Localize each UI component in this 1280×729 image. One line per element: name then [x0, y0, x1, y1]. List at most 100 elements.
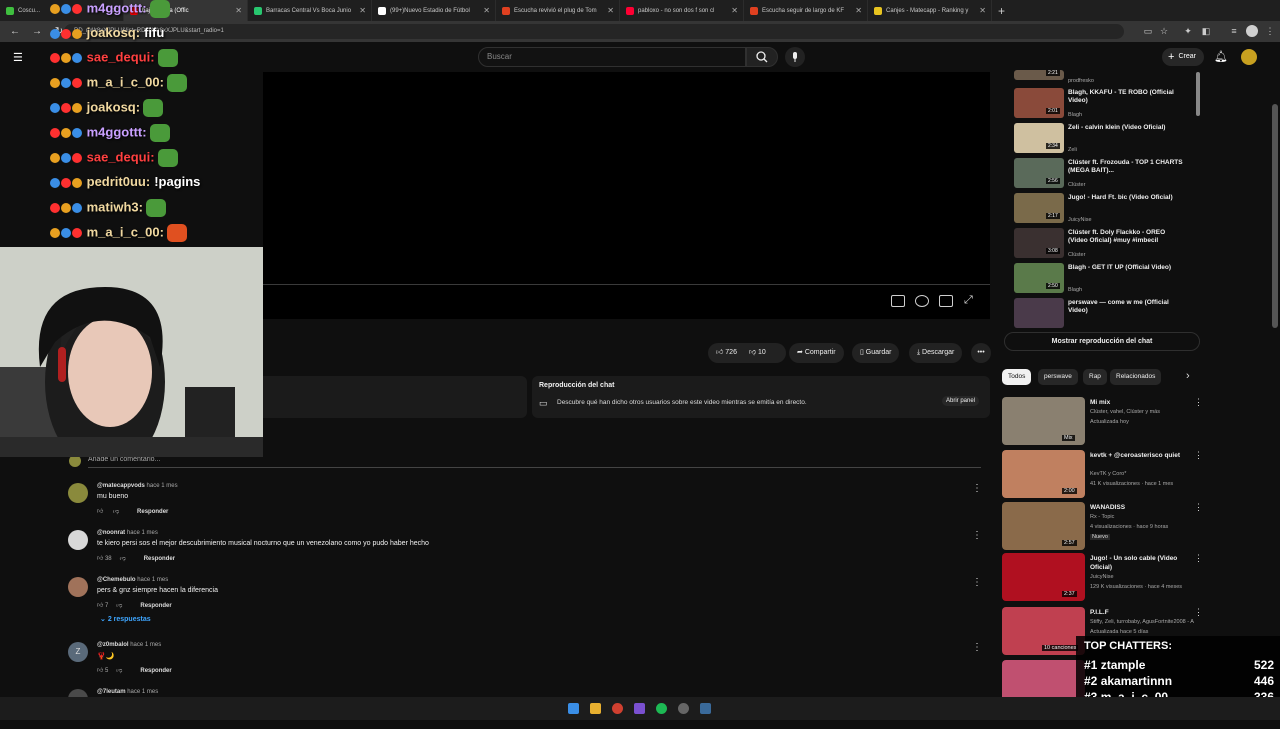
- recommendation-title[interactable]: Jugo! - Un solo cable (Video Oficial): [1090, 554, 1198, 572]
- share-button[interactable]: ➦ Compartir: [789, 343, 844, 363]
- search-button[interactable]: [746, 47, 778, 67]
- obs-icon[interactable]: [678, 703, 689, 714]
- playlist-item-title[interactable]: Blagh, KKAFU - TE ROBO (Official Video): [1068, 89, 1186, 105]
- comment-author[interactable]: @7leutam: [97, 689, 126, 695]
- more-icon[interactable]: ⋮: [1194, 450, 1203, 461]
- close-icon[interactable]: ✕: [359, 6, 366, 15]
- dislike-icon[interactable]: 👎︎: [116, 668, 122, 674]
- subtitles-icon[interactable]: [891, 295, 905, 307]
- like-icon[interactable]: 👍︎: [97, 509, 105, 515]
- playlist-item[interactable]: 2:50 Blagh - GET IT UP (Official Video) Bl…: [1014, 263, 1194, 296]
- avatar[interactable]: [68, 483, 88, 503]
- avatar[interactable]: [68, 577, 88, 597]
- playlist-item-title[interactable]: Clúster ft. Frozouda - TOP 1 CHARTS (MEG…: [1068, 159, 1186, 175]
- comment-time[interactable]: hace 1 mes: [130, 642, 161, 648]
- recommendation-item[interactable]: 2:57 WANADISS Rx - Topic 4 visualizaciones …: [1002, 502, 1207, 552]
- discord-icon[interactable]: [634, 703, 645, 714]
- dislike-icon[interactable]: 👎︎: [120, 556, 126, 562]
- more-icon[interactable]: ⋮: [1194, 502, 1203, 513]
- playlist-item-title[interactable]: Clúster ft. Doly Flackko - OREO (Video O…: [1068, 229, 1186, 245]
- browser-tab[interactable]: Escucha revivió el plug de Tom ✕: [496, 0, 620, 21]
- dislike-icon[interactable]: 👎︎: [116, 603, 122, 609]
- comment-author[interactable]: @matecappvods: [97, 483, 145, 489]
- close-icon[interactable]: ✕: [979, 6, 986, 15]
- filter-chip[interactable]: perswave: [1038, 369, 1078, 385]
- comment-author[interactable]: @noonrat: [97, 530, 125, 536]
- create-button[interactable]: + Crear: [1162, 48, 1204, 66]
- playlist-item[interactable]: 2:56 Clúster ft. Frozouda - TOP 1 CHARTS …: [1014, 158, 1194, 191]
- more-icon[interactable]: ⋮: [1194, 397, 1203, 408]
- playlist-item-title[interactable]: Zeli - calvin klein (Video Oficial): [1068, 124, 1186, 132]
- profile-icon[interactable]: [1246, 25, 1258, 37]
- fullscreen-icon[interactable]: ⤢: [964, 294, 973, 307]
- reply-button[interactable]: Responder: [144, 556, 175, 562]
- playlist-item-title[interactable]: perswave — come w me (Official Video): [1068, 299, 1186, 315]
- new-tab-icon[interactable]: +: [998, 4, 1005, 18]
- more-icon[interactable]: ⋮: [1194, 607, 1203, 618]
- thumbnail[interactable]: [1014, 298, 1064, 328]
- comment-time[interactable]: hace 1 mes: [127, 689, 158, 695]
- browser-tab[interactable]: pabloxo - no son dos f son cl ✕: [620, 0, 744, 21]
- like-icon[interactable]: 👍︎: [97, 603, 105, 609]
- dislike-icon[interactable]: 👎︎: [113, 509, 119, 515]
- open-panel-button[interactable]: Abrir panel: [942, 396, 980, 406]
- recommendation-title[interactable]: P.I.L.F: [1090, 608, 1198, 617]
- filter-chip[interactable]: Todos: [1002, 369, 1032, 385]
- dislike-count[interactable]: 10: [758, 349, 766, 356]
- more-icon[interactable]: ⋮: [1194, 553, 1203, 564]
- like-icon[interactable]: 👍︎: [97, 668, 105, 674]
- more-actions-button[interactable]: •••: [971, 343, 991, 363]
- reply-button[interactable]: Responder: [140, 668, 171, 674]
- show-chat-replay-button[interactable]: Mostrar reproducción del chat: [1004, 332, 1200, 351]
- like-icon[interactable]: 👍︎: [97, 556, 105, 562]
- description-card[interactable]: [263, 376, 527, 418]
- close-icon[interactable]: ✕: [607, 6, 614, 15]
- replies-toggle[interactable]: ⌄ 2 respuestas: [100, 615, 151, 623]
- comment-input[interactable]: Añade un comentario...: [88, 456, 160, 463]
- comment-author[interactable]: @Chemebulo: [97, 577, 136, 583]
- download-button[interactable]: ⤓ Descargar: [909, 343, 963, 363]
- settings-icon[interactable]: [915, 295, 929, 307]
- star-icon[interactable]: ☆: [1158, 25, 1170, 37]
- close-icon[interactable]: ✕: [855, 6, 862, 15]
- filter-chip[interactable]: Rap: [1083, 369, 1107, 385]
- chevron-right-icon[interactable]: ›: [1186, 370, 1190, 382]
- video-player[interactable]: [263, 72, 990, 319]
- more-icon[interactable]: ⋮: [972, 530, 982, 541]
- avatar[interactable]: [68, 530, 88, 550]
- comment-time[interactable]: hace 1 mes: [127, 530, 158, 536]
- cast-icon[interactable]: ▭: [1142, 25, 1154, 37]
- recommendation-item[interactable]: 2:00 kevtk + @ceroasterisco quiet KevTK y …: [1002, 450, 1207, 500]
- back-icon[interactable]: ←: [8, 26, 22, 37]
- recommendation-title[interactable]: Mi mix: [1090, 398, 1198, 407]
- browser-tab[interactable]: Canjes - Matecapp - Ranking y ✕: [868, 0, 992, 21]
- like-count[interactable]: 726: [725, 349, 737, 356]
- comment-time[interactable]: hace 1 mes: [137, 577, 168, 583]
- filter-chip[interactable]: Relacionados: [1110, 369, 1162, 385]
- browser-tab[interactable]: (99+)Nuevo Estadio de Fútbol ✕: [372, 0, 496, 21]
- like-icon[interactable]: 👍︎: [716, 349, 723, 356]
- playlist-item-title[interactable]: Blagh - GET IT UP (Official Video): [1068, 264, 1186, 272]
- playlist-scrollbar[interactable]: [1196, 72, 1200, 116]
- page-scrollbar[interactable]: [1272, 104, 1278, 328]
- playlist-item[interactable]: 2:34 Zeli - calvin klein (Video Oficial) Z…: [1014, 123, 1194, 156]
- more-icon[interactable]: ⋮: [972, 642, 982, 653]
- recommendation-item[interactable]: Mix Mi mix Clúster, vahel, Clúster y más Ac…: [1002, 397, 1207, 447]
- bell-icon[interactable]: 🔔︎: [1214, 50, 1228, 63]
- comment-author[interactable]: @z0mbalol: [97, 642, 129, 648]
- puzzle-icon[interactable]: ◧: [1200, 25, 1212, 37]
- chrome-icon[interactable]: [612, 703, 623, 714]
- search-input[interactable]: Buscar: [478, 47, 746, 67]
- extension-icon[interactable]: ✦: [1182, 25, 1194, 37]
- folder-icon[interactable]: [590, 703, 601, 714]
- more-icon[interactable]: ⋮: [972, 483, 982, 494]
- progress-track[interactable]: [263, 284, 990, 285]
- steam-icon[interactable]: [700, 703, 711, 714]
- miniplayer-icon[interactable]: [939, 295, 953, 307]
- close-icon[interactable]: ✕: [731, 6, 738, 15]
- spotify-icon[interactable]: [656, 703, 667, 714]
- more-icon[interactable]: ⋮: [972, 577, 982, 588]
- playlist-item[interactable]: perswave — come w me (Official Video): [1014, 298, 1194, 331]
- playlist-item[interactable]: 2:01 Blagh, KKAFU - TE ROBO (Official Vid…: [1014, 88, 1194, 121]
- avatar[interactable]: [1241, 49, 1257, 65]
